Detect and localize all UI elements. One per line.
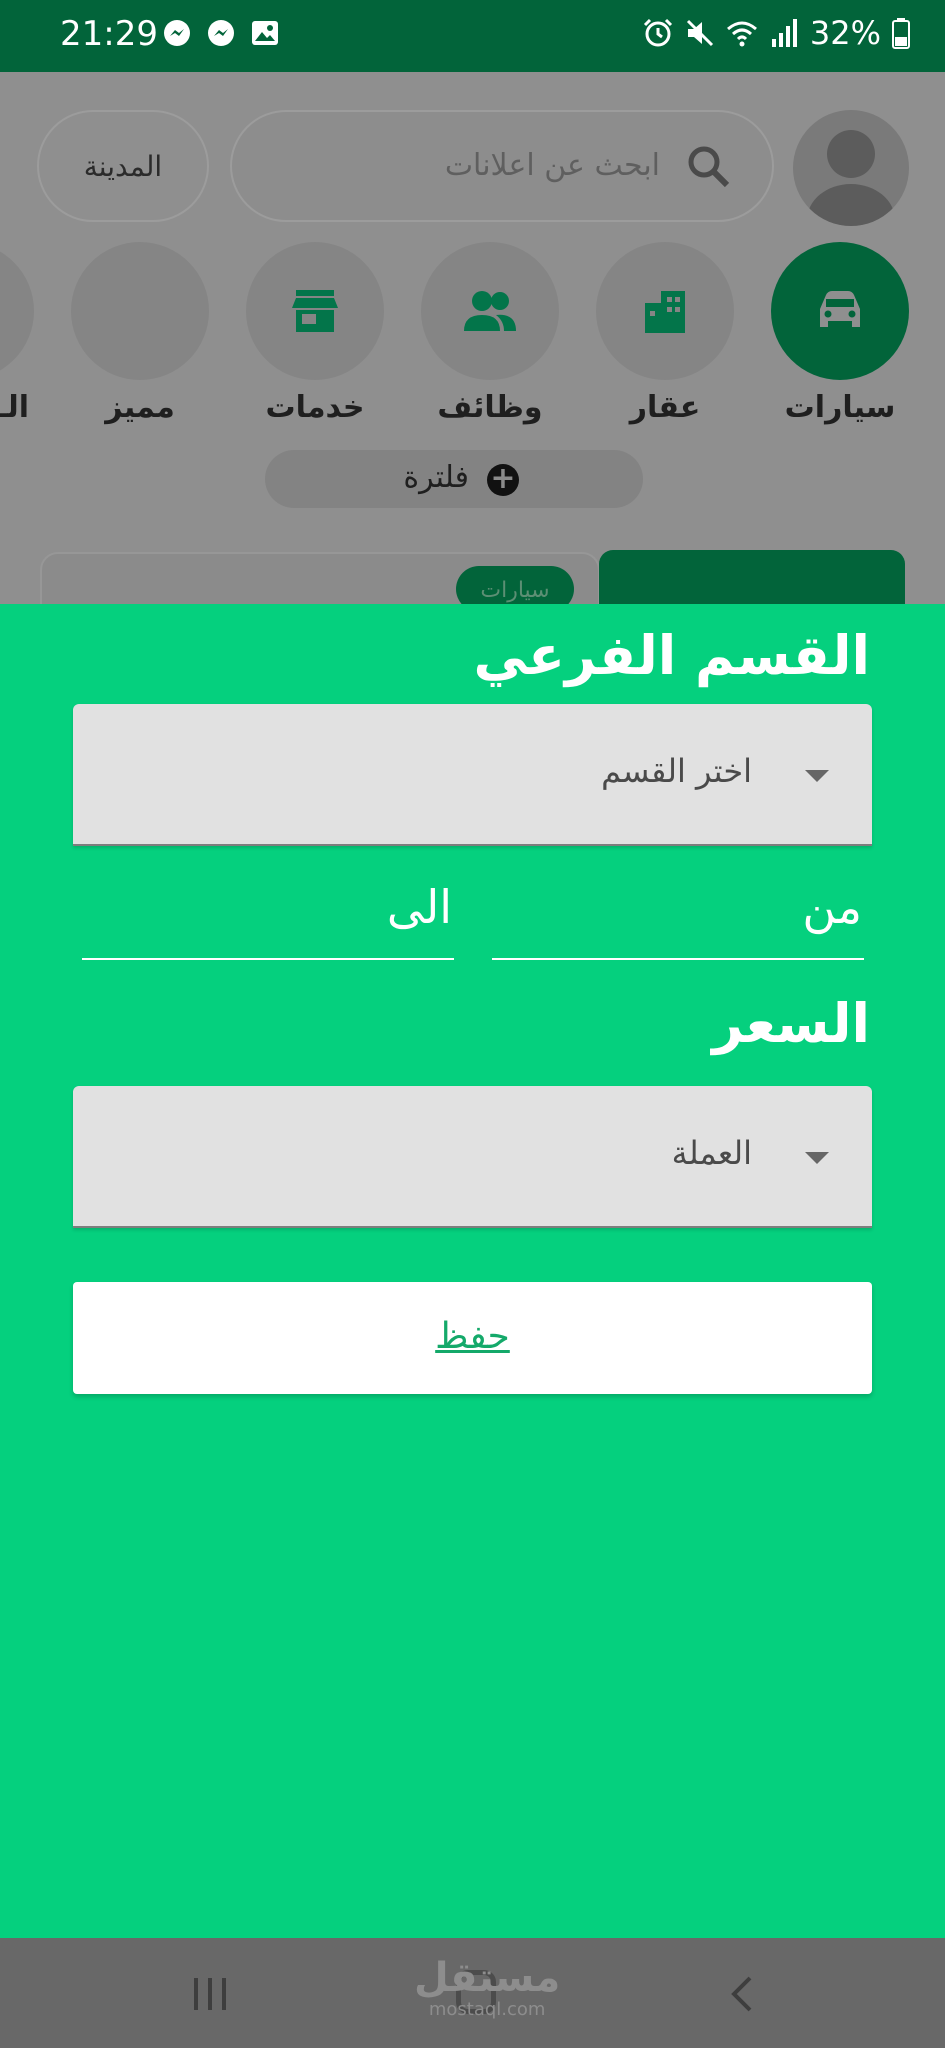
dropdown-arrow-icon: [805, 770, 829, 782]
filter-button[interactable]: + فلترة: [265, 450, 643, 508]
category-real-estate[interactable]: عقار: [595, 242, 735, 425]
people-icon: [421, 242, 559, 380]
mute-icon: [684, 17, 716, 49]
subcategory-dropdown[interactable]: اختر القسم: [73, 704, 872, 846]
avatar[interactable]: [793, 110, 909, 226]
notification-icons: [162, 18, 280, 48]
messenger-icon: [206, 18, 236, 48]
search-placeholder: ابحث عن اعلانات: [444, 148, 660, 183]
dropdown-arrow-icon: [805, 1152, 829, 1164]
filter-label: فلترة: [403, 460, 469, 495]
price-to-label: الى: [386, 880, 452, 934]
building-icon: [596, 242, 734, 380]
signal-icon: [768, 17, 800, 49]
category-services[interactable]: خدمات: [245, 242, 385, 425]
app-background: ابحث عن اعلانات المدينة سيارات عقار وظائ…: [0, 72, 945, 604]
search-input[interactable]: ابحث عن اعلانات: [230, 110, 774, 222]
subcategory-title: القسم الفرعي: [473, 624, 870, 687]
save-button[interactable]: حفظ: [73, 1282, 872, 1394]
search-icon: [684, 142, 732, 190]
car-icon: [771, 242, 909, 380]
image-icon: [250, 18, 280, 48]
card-category-tag: سيارات: [456, 566, 574, 604]
price-to-field[interactable]: الى: [82, 860, 454, 960]
alarm-icon: [642, 17, 674, 49]
status-bar: 21:29 32%: [0, 0, 945, 72]
filter-sheet: القسم الفرعي اختر القسم من الى السعر الع…: [0, 604, 945, 1938]
watermark-arabic: مستقل: [414, 1955, 561, 2001]
category-label: مميز: [105, 390, 175, 425]
city-label: المدينة: [83, 150, 163, 183]
back-icon[interactable]: [722, 1974, 762, 2014]
store-icon: [246, 242, 384, 380]
wifi-icon: [726, 17, 758, 49]
save-label: حفظ: [435, 1316, 510, 1357]
add-circle-icon: +: [487, 464, 519, 496]
category-cars[interactable]: سيارات: [770, 242, 910, 425]
featured-circle: [71, 242, 209, 380]
currency-value: العملة: [671, 1134, 752, 1172]
price-from-label: من: [802, 880, 862, 934]
category-featured[interactable]: مميز: [70, 242, 210, 425]
category-partial[interactable]: الـ: [0, 242, 35, 425]
messenger-icon: [162, 18, 192, 48]
city-button[interactable]: المدينة: [37, 110, 209, 222]
currency-dropdown[interactable]: العملة: [73, 1086, 872, 1228]
watermark-latin: mostaql.com: [428, 1999, 546, 2020]
system-status: 32%: [642, 14, 923, 52]
price-title: السعر: [712, 992, 870, 1055]
listing-card-header[interactable]: [599, 550, 905, 604]
category-label: وظائف: [437, 390, 543, 425]
battery-icon: [891, 17, 923, 49]
status-time: 21:29: [60, 14, 158, 54]
battery-text: 32%: [809, 14, 881, 52]
category-jobs[interactable]: وظائف: [420, 242, 560, 425]
subcategory-value: اختر القسم: [601, 752, 752, 790]
category-label: سيارات: [784, 390, 896, 425]
category-label: خدمات: [265, 390, 365, 425]
partial-circle: [0, 242, 34, 380]
category-label: الـ: [0, 390, 29, 425]
navigation-bar: مستقل mostaql.com: [0, 1938, 945, 2048]
watermark: مستقل mostaql.com: [414, 1956, 560, 2020]
price-from-field[interactable]: من: [492, 860, 864, 960]
recent-apps-icon[interactable]: [190, 1976, 230, 2012]
category-label: عقار: [629, 390, 701, 425]
